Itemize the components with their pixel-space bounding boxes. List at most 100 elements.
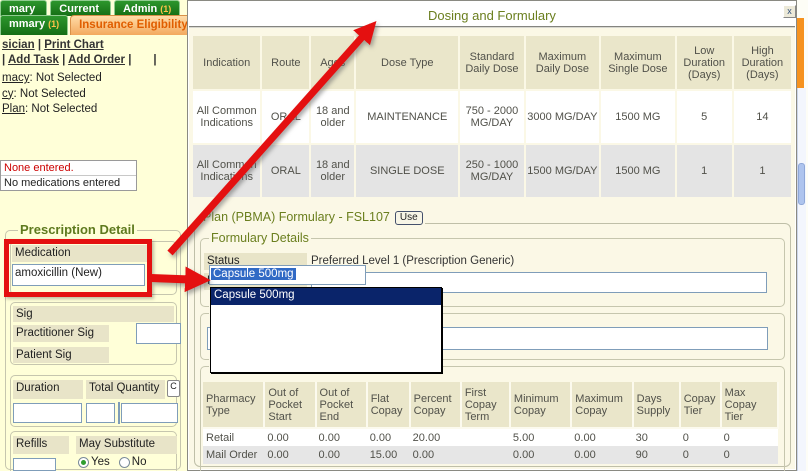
practitioner-sig-input[interactable] xyxy=(136,323,181,344)
cell: Retail xyxy=(203,428,264,446)
total-quantity-input[interactable] xyxy=(86,403,115,423)
yes-label: Yes xyxy=(91,456,110,468)
copay-header-row: Pharmacy Type Out of Pocket Start Out of… xyxy=(203,382,778,428)
medications-message-box: None entered. No medications entered xyxy=(0,160,137,191)
col-header: Max Copay Tier xyxy=(721,382,778,428)
refills-label: Refills xyxy=(13,436,69,454)
page-scrollbar[interactable] xyxy=(797,88,806,471)
radio-unselected-icon xyxy=(119,457,130,468)
highlight-box xyxy=(4,239,152,297)
scrollbar-thumb[interactable] xyxy=(798,163,805,205)
copay-row-retail: Retail 0.00 0.00 0.00 20.00 5.00 0.00 30… xyxy=(203,428,778,446)
tab-label: Current xyxy=(59,3,99,15)
prescription-detail-legend: Prescription Detail xyxy=(18,222,137,237)
cell: 5 xyxy=(677,91,732,143)
total-quantity-unit-input[interactable] xyxy=(121,403,178,423)
quantity-calc-button[interactable]: C xyxy=(167,380,180,397)
col-header: Low Duration (Days) xyxy=(677,36,732,89)
tab-summary-active[interactable]: mmary(1) xyxy=(0,15,68,35)
col-header: Percent Copay xyxy=(410,382,461,428)
strength-dropdown-list: Capsule 500mg xyxy=(210,287,442,373)
col-header: Minimum Copay xyxy=(510,382,571,428)
dropdown-option[interactable]: Capsule 500mg xyxy=(211,288,441,305)
cell: 1500 MG xyxy=(601,91,675,143)
col-header: Maximum Daily Dose xyxy=(526,36,600,89)
add-order-link[interactable]: Add Order xyxy=(68,54,125,66)
strength-combobox[interactable]: Capsule 500mg xyxy=(209,265,366,285)
tab-summary-top[interactable]: mary xyxy=(0,0,47,16)
substitute-yes-option[interactable]: Yes xyxy=(78,456,110,468)
popup-title: Dosing and Formulary xyxy=(189,8,795,23)
tab-badge: (1) xyxy=(48,19,59,29)
no-label: No xyxy=(132,456,147,468)
cell: 3000 MG/DAY xyxy=(526,91,600,143)
cell: 0.00 xyxy=(367,428,410,446)
cell: 0 xyxy=(680,446,721,464)
cell: 1500 MG/DAY xyxy=(526,145,600,197)
cell: 5.00 xyxy=(510,428,571,446)
col-header: Pharmacy Type xyxy=(203,382,264,428)
agency-status: cy: Not Selected xyxy=(2,87,102,103)
sig-header: Sig xyxy=(13,306,174,322)
cell: 18 and older xyxy=(311,91,354,143)
duration-label: Duration xyxy=(13,380,83,399)
link-separator: | xyxy=(153,54,156,66)
col-header: First Copay Term xyxy=(461,382,510,428)
use-button[interactable]: Use xyxy=(395,211,423,225)
tab-label: Insurance Eligibility xyxy=(79,19,188,31)
pharmacy-status: macy: Not Selected xyxy=(2,71,102,87)
practitioner-sig-label: Practitioner Sig xyxy=(13,325,109,342)
quick-links: sician | Print Chart | Add Task | Add Or… xyxy=(2,38,157,68)
cell: 1 xyxy=(677,145,732,197)
field-divider xyxy=(118,402,120,424)
cell: 1500 MG xyxy=(601,145,675,197)
dosing-row-single-dose: All Common Indications ORAL 18 and older… xyxy=(193,145,791,197)
link-separator: | xyxy=(62,54,65,66)
physician-link[interactable]: sician xyxy=(2,39,35,51)
cell xyxy=(461,446,510,464)
tab-bar-second: mmary(1) Insurance Eligibility xyxy=(0,15,198,35)
dosing-table: Indication Route Ages Dose Type Standard… xyxy=(191,34,793,199)
tab-bar-top: mary Current Admin(1) xyxy=(0,0,180,16)
cell: 0 xyxy=(721,446,778,464)
tab-insurance-eligibility[interactable]: Insurance Eligibility xyxy=(70,15,198,35)
cell: All Common Indications xyxy=(193,91,260,143)
agency-link[interactable]: cy xyxy=(2,88,14,100)
orange-strip xyxy=(797,18,804,88)
plan-link[interactable]: Plan xyxy=(2,103,25,115)
tab-current[interactable]: Current xyxy=(50,0,111,16)
total-quantity-label: Total Quantity xyxy=(86,380,165,399)
col-header: Days Supply xyxy=(633,382,680,428)
add-task-link[interactable]: Add Task xyxy=(8,54,59,66)
substitute-no-option[interactable]: No xyxy=(119,456,147,468)
combobox-selected-text: Capsule 500mg xyxy=(211,268,296,280)
tab-label: mary xyxy=(9,3,35,15)
col-header: Flat Copay xyxy=(367,382,410,428)
print-chart-link[interactable]: Print Chart xyxy=(44,39,103,51)
link-separator: | xyxy=(128,54,131,66)
refills-input[interactable] xyxy=(13,458,56,471)
formulary-details-legend: Formulary Details xyxy=(209,231,311,245)
link-separator: | xyxy=(38,39,41,51)
col-header: High Duration (Days) xyxy=(734,36,791,89)
close-icon[interactable]: x xyxy=(783,5,796,18)
cell: 0.00 xyxy=(510,446,571,464)
tab-badge: (1) xyxy=(160,4,171,14)
col-header: Route xyxy=(262,36,309,89)
col-header: Dose Type xyxy=(356,36,458,89)
cell: MAINTENANCE xyxy=(356,91,458,143)
cell xyxy=(461,428,510,446)
tab-admin[interactable]: Admin(1) xyxy=(114,0,180,16)
status-text: : Not Selected xyxy=(14,88,86,100)
pharmacy-link[interactable]: macy xyxy=(2,72,29,84)
col-header: Maximum Copay xyxy=(571,382,632,428)
cell: 0.00 xyxy=(571,446,632,464)
col-header: Maximum Single Dose xyxy=(601,36,675,89)
duration-input[interactable] xyxy=(13,403,82,423)
col-header: Out of Pocket Start xyxy=(264,382,315,428)
cell: 250 - 1000 MG/DAY xyxy=(460,145,523,197)
cell: All Common Indications xyxy=(193,145,260,197)
cell: 0.00 xyxy=(316,428,367,446)
cell: 0.00 xyxy=(316,446,367,464)
links-line1: sician | Print Chart xyxy=(2,38,157,53)
